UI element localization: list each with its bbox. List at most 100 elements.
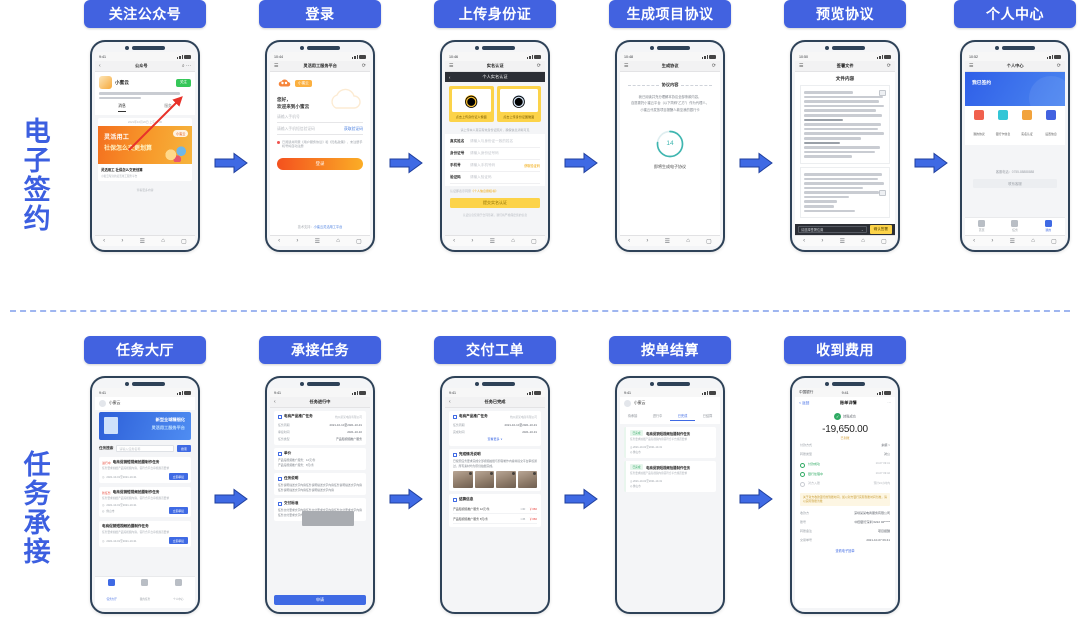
refresh-icon[interactable]: ⟳ (887, 63, 891, 69)
tab-home[interactable]: 首页 (965, 220, 998, 232)
accept-task-button[interactable]: 立即承接 (168, 507, 188, 515)
browser-menu-icon[interactable]: ☰ (665, 238, 670, 245)
step-follow-official-account[interactable]: 关注公众号 9:41 ‹ 公众号 ⌕ ··· 小蜜云 关注 消息 服务 2021… (84, 0, 206, 252)
search-more-icon[interactable]: ⌕ ··· (182, 63, 191, 69)
refresh-icon[interactable]: ⟳ (1057, 63, 1061, 69)
browser-back-icon[interactable]: ‹ (103, 238, 105, 244)
task-list-item[interactable]: 新任务 电商促销短视频拍摄制作任务 任务要求拍摄产品短视频内容，需符合平台审核规… (99, 487, 191, 518)
menu-icon[interactable]: ☰ (969, 63, 973, 69)
search-button[interactable]: 搜索 (176, 445, 191, 452)
tab-completed[interactable]: 已完成 (670, 413, 695, 421)
follow-button[interactable]: 关注 (175, 78, 191, 87)
refresh-icon[interactable]: ⟳ (362, 63, 366, 69)
authorization-link[interactable]: 《个人信息授权书》 (471, 189, 498, 193)
browser-back-icon[interactable]: ‹ (278, 238, 280, 244)
search-input[interactable]: 请输入任务名称 (116, 445, 174, 452)
step-deliver-order[interactable]: 交付工单 9:41 ‹ 任务已完成 · 电商产品推广任务 杭州某某 (434, 336, 556, 614)
evidence-photo[interactable] (517, 471, 537, 489)
contact-service-button[interactable]: 联系客服 (973, 179, 1057, 188)
browser-menu-icon[interactable]: ☰ (315, 238, 320, 245)
step-receive-payment[interactable]: 收到费用 中国银行 9:41 < 返回 账单详情 ··· ✓ 转账成功 -19,… (784, 336, 906, 614)
apply-button[interactable]: 申请 (274, 595, 366, 605)
shortcut-bank-card[interactable]: 银行卡信息 (991, 110, 1015, 140)
step-personal-center[interactable]: 个人中心 10:52 ☰ 个人中心 ⟳ 我已签约 我的协议 银行卡信息 实名认证… (954, 0, 1076, 252)
menu-icon[interactable]: ☰ (274, 63, 278, 69)
browser-back-icon[interactable]: ‹ (628, 238, 630, 244)
browser-home-icon[interactable]: ⌂ (861, 238, 865, 244)
authorization-row[interactable]: 认证即表示同意《个人信息授权书》 (445, 186, 545, 196)
back-button[interactable]: < 返回 (799, 401, 809, 406)
back-icon[interactable]: ‹ (449, 75, 450, 80)
browser-home-icon[interactable]: ⌂ (1031, 238, 1035, 244)
step-preview-agreement[interactable]: 预览协议 10:50 ☰ 签署文件 ⟳ 文件内容 请选择签署位置 ⌄ 确认签署 … (784, 0, 906, 252)
browser-tabs-icon[interactable]: ▢ (531, 238, 537, 245)
field-phone[interactable]: 手机号 请输入手机号码 获取验证码 (450, 160, 540, 172)
feed-article-card[interactable]: 2021年10月20日 上午10:30 小蜜云 灵活用工 社保怎么交更划算 灵活… (98, 118, 192, 181)
get-code-button[interactable]: 获取验证码 (524, 163, 540, 168)
back-icon[interactable]: ‹ (274, 399, 276, 405)
tab-messages[interactable]: 消息 (118, 104, 126, 113)
field-code[interactable]: 验证码 请输入验证码 (450, 172, 540, 184)
tab-profile[interactable]: 个人中心 (162, 579, 195, 605)
refresh-icon[interactable]: ⟳ (537, 63, 541, 69)
browser-menu-icon[interactable]: ☰ (490, 238, 495, 245)
get-code-button[interactable]: 获取验证码 (344, 127, 363, 132)
browser-forward-icon[interactable]: › (646, 238, 648, 244)
browser-home-icon[interactable]: ⌂ (511, 238, 515, 244)
evidence-photo[interactable] (496, 471, 516, 489)
tab-services[interactable]: 服务 (164, 104, 172, 112)
step-generate-agreement[interactable]: 生成项目协议 10:48 ☰ 生成协议 ⟳ 协议内容 我已阅读并充分理解本协议全… (609, 0, 731, 252)
confirm-sign-button[interactable]: 确认签署 (869, 225, 892, 234)
browser-forward-icon[interactable]: › (821, 238, 823, 244)
tab-task[interactable]: 任务 (998, 220, 1031, 232)
browser-tabs-icon[interactable]: ▢ (881, 238, 887, 245)
tab-pending[interactable]: 待承接 (620, 413, 645, 421)
shortcut-my-agreement[interactable]: 我的协议 (967, 110, 991, 140)
view-more-button[interactable]: 查看更多 ∨ (453, 435, 537, 443)
footer-link[interactable]: 小蜜云灵活用工平台 (314, 225, 343, 229)
login-button[interactable]: 登录 (277, 157, 363, 170)
browser-forward-icon[interactable]: › (471, 238, 473, 244)
menu-icon[interactable]: ☰ (449, 63, 453, 69)
accept-task-button[interactable]: 立即承接 (168, 473, 188, 481)
browser-back-icon[interactable]: ‹ (973, 238, 975, 244)
task-list-item[interactable]: 进行中 电商促销短视频拍摄制作任务 任务要求拍摄产品短视频内容，需符合平台审核规… (99, 457, 191, 484)
menu-icon[interactable]: ☰ (799, 63, 803, 69)
signature-position-select[interactable]: 请选择签署位置 ⌄ (798, 226, 867, 233)
phone-input[interactable]: 请输入手机号 (277, 111, 363, 123)
id-front-upload[interactable]: ◉ 点击上传身份证人像面 (449, 86, 494, 122)
browser-menu-icon[interactable]: ☰ (840, 238, 845, 245)
browser-tabs-icon[interactable]: ▢ (181, 238, 187, 245)
field-id-number[interactable]: 身份证号 请输入身份证号码 (450, 148, 540, 160)
tab-in-progress[interactable]: 进行中 (645, 413, 670, 421)
tab-mine[interactable]: 我的 (1032, 220, 1065, 232)
task-list-item[interactable]: 电商促销短视频拍摄制作任务 任务要求拍摄产品短视频内容，需符合平台审核规范要求 … (99, 521, 191, 548)
browser-tabs-icon[interactable]: ▢ (1051, 238, 1057, 245)
settlement-list-item[interactable]: 已完成 电商促销短视频拍摄制作任务 任务要求拍摄产品短视频内容需符合平台规范要求… (624, 461, 716, 493)
view-receipt-link[interactable]: 查看电子回单 (795, 544, 895, 557)
browser-home-icon[interactable]: ⌂ (161, 238, 165, 244)
step-accept-task[interactable]: 承接任务 9:41 ‹ 任务进行中 · 电商产品推广任务 杭州某某 (259, 336, 381, 614)
tab-settled[interactable]: 已结算 (695, 413, 720, 421)
browser-menu-icon[interactable]: ☰ (1010, 238, 1015, 245)
step-upload-id[interactable]: 上传身份证 10:46 ☰ 实名认证 ⟳ ‹ 个人实名认证 ◉ 点击上传身份证人… (434, 0, 556, 252)
id-back-upload[interactable]: ◉ 点击上传身份证国徽面 (496, 86, 541, 122)
settlement-list-item[interactable]: 已完成 电商促销短视频拍摄制作任务 任务要求拍摄产品短视频内容需符合平台规范要求… (624, 427, 716, 459)
browser-tabs-icon[interactable]: ▢ (356, 238, 362, 245)
back-icon[interactable]: ‹ (99, 63, 101, 69)
browser-back-icon[interactable]: ‹ (803, 238, 805, 244)
browser-forward-icon[interactable]: › (991, 238, 993, 244)
tab-my-task[interactable]: 我的任务 (128, 579, 161, 605)
agreement-checkbox[interactable] (277, 140, 280, 144)
browser-forward-icon[interactable]: › (296, 238, 298, 244)
load-more-label[interactable]: 查看更多内容 (95, 184, 195, 196)
back-icon[interactable]: ‹ (449, 399, 451, 405)
step-settlement[interactable]: 按单结算 9:41 小蜜云 待承接 进行中 已完成 已结算 已完成 电商促销短视… (609, 336, 731, 614)
tab-task-hall[interactable]: 任务大厅 (95, 579, 128, 605)
step-login[interactable]: 登录 10:44 ☰ 灵活用工服务平台 ⟳ 小蜜云 您好， 欢迎来到小蜜云 请输… (259, 0, 381, 252)
submit-verification-button[interactable]: 提交实名认证 (450, 198, 540, 208)
browser-tabs-icon[interactable]: ▢ (706, 238, 712, 245)
shortcut-verification[interactable]: 实名认证 (1015, 110, 1039, 140)
browser-menu-icon[interactable]: ☰ (140, 238, 145, 245)
browser-back-icon[interactable]: ‹ (453, 238, 455, 244)
